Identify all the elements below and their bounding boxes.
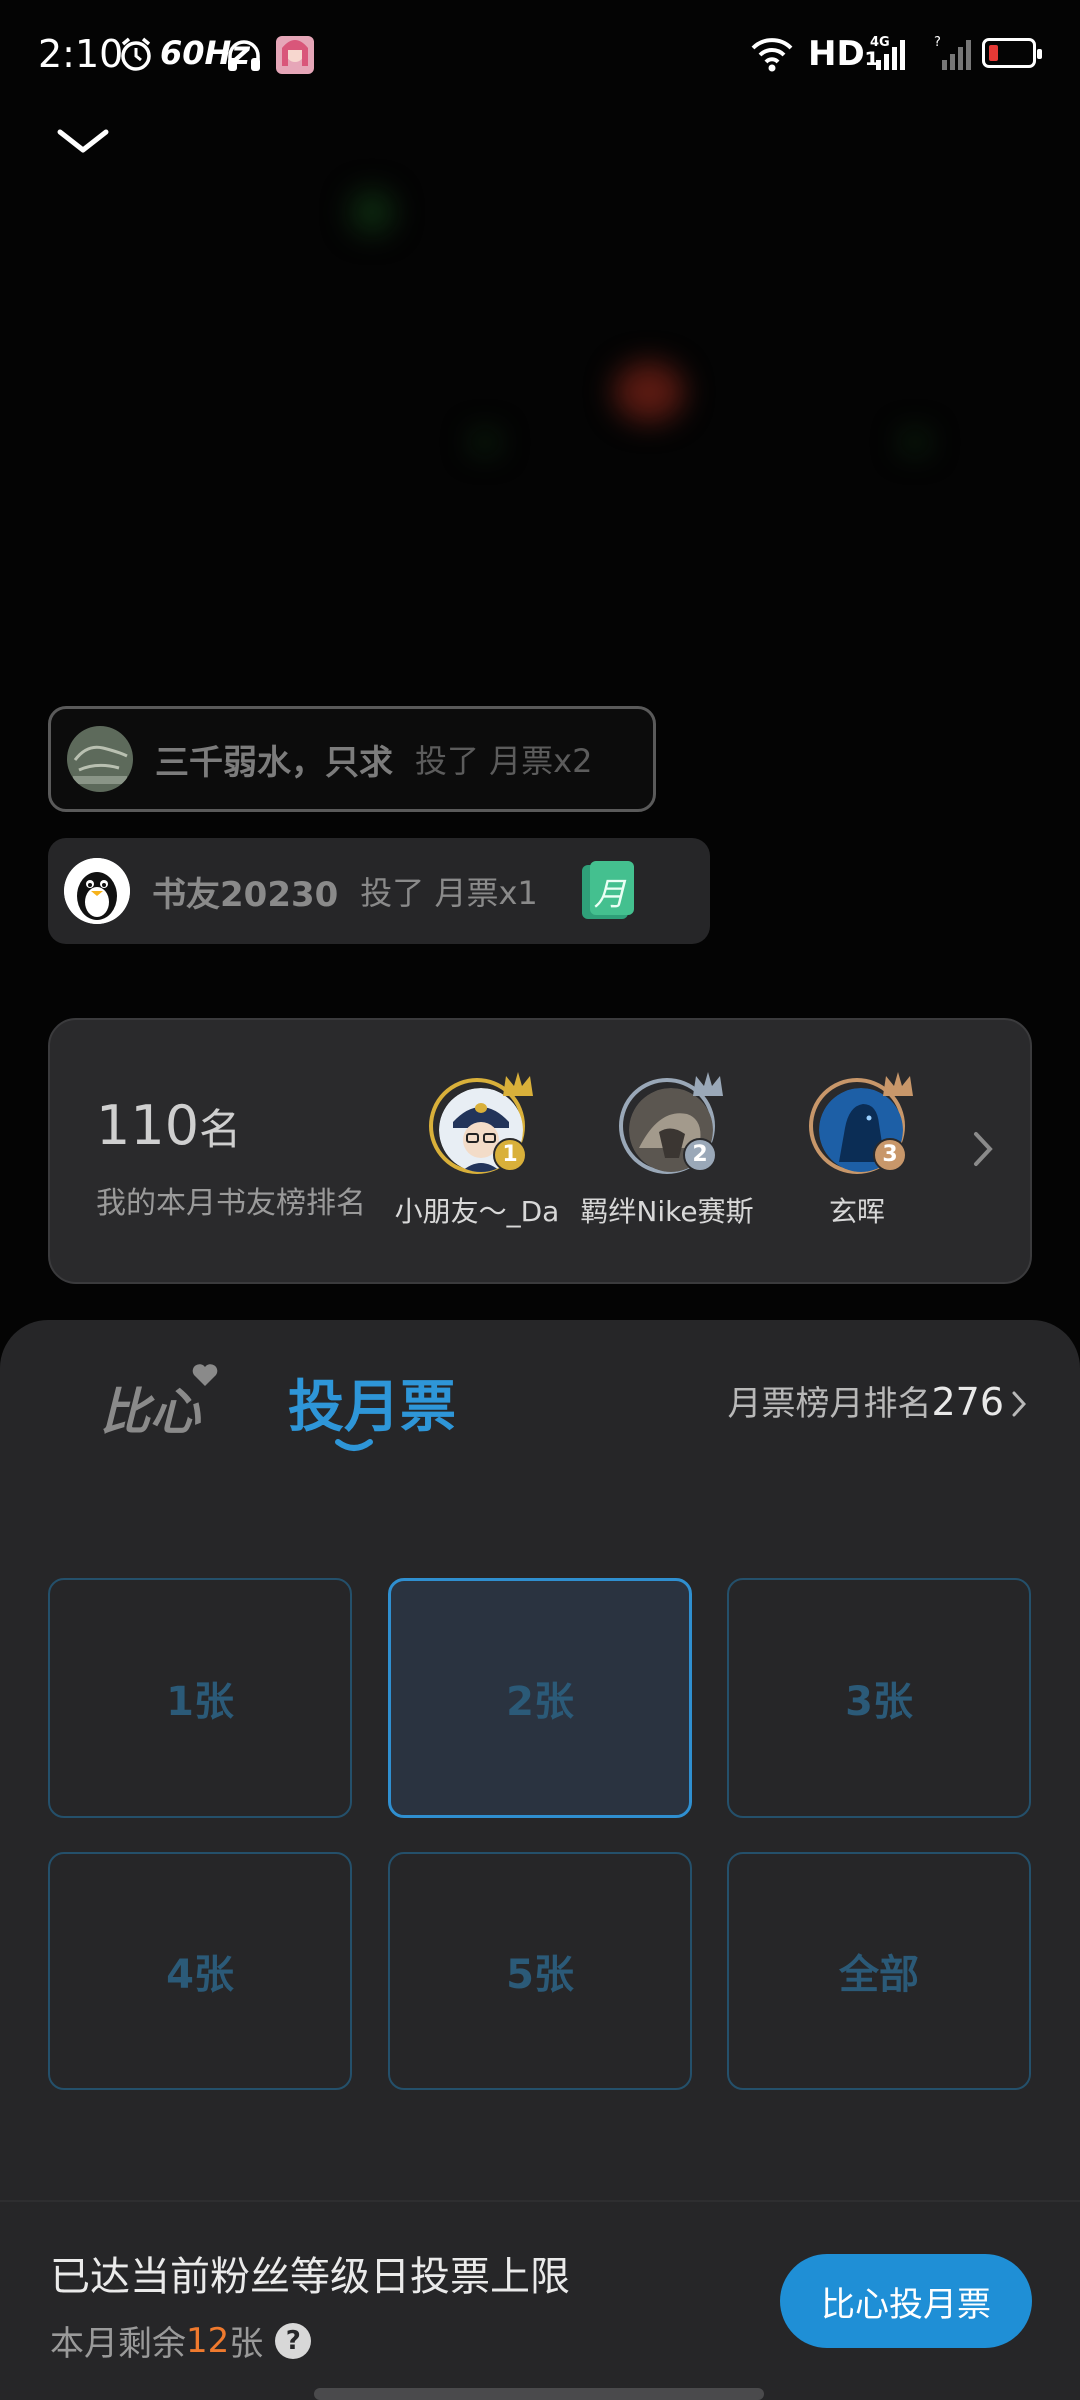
ticket-option-5[interactable]: 5张 [388, 1852, 692, 2090]
fan-name: 玄晖 [828, 1195, 885, 1228]
no-signal-icon: ? [934, 34, 974, 76]
background-glow [470, 430, 500, 454]
fan-avatar: 1 [429, 1072, 533, 1174]
status-time: 2:10 [38, 32, 124, 76]
svg-text:4G: 4G [870, 35, 890, 50]
background-glow [900, 430, 930, 454]
status-bar: 2:10 60Hz HD₁ 4G ? [0, 0, 1080, 110]
cellular-signal-icon: 4G [870, 34, 926, 76]
fan-avatar: 3 [809, 1072, 913, 1174]
tab-vote[interactable]: 投月票 [288, 1362, 456, 1443]
crown-icon [881, 1070, 915, 1102]
tab-bixin-label: 比心 [100, 1383, 200, 1441]
fan-name: 小朋友～_Da [394, 1195, 560, 1228]
monthly-ticket-rank-link[interactable]: 月票榜月排名276 [727, 1376, 1027, 1426]
rank-medal: 2 [683, 1138, 717, 1172]
top-fan-2[interactable]: 2 羁绊Nike赛斯 [572, 1072, 762, 1230]
vote-button[interactable]: 比心投月票 [780, 2254, 1032, 2348]
top-fan-1[interactable]: 1 小朋友～_Da [382, 1072, 572, 1230]
chevron-right-icon [1012, 1386, 1027, 1426]
ticket-glyph: 月 [593, 875, 626, 913]
remaining-tickets: 本月剩余 12 张 ? [50, 2316, 312, 2365]
month-rank-value: 276 [931, 1380, 1004, 1424]
fan-avatar: 2 [619, 1072, 723, 1174]
ticket-option-3[interactable]: 3张 [727, 1578, 1031, 1818]
ticket-option-1[interactable]: 1张 [48, 1578, 352, 1818]
ticket-option-all[interactable]: 全部 [727, 1852, 1031, 2090]
monthly-ticket-icon: 月 [580, 861, 636, 921]
feed-action: 投了 月票x2 [415, 742, 593, 780]
home-indicator[interactable] [314, 2388, 764, 2400]
my-rank: 110名 [96, 1094, 241, 1157]
footer-divider [0, 2200, 1080, 2202]
remaining-suffix: 张 [229, 2324, 264, 2364]
ticket-option-4[interactable]: 4张 [48, 1852, 352, 2090]
rank-medal: 3 [873, 1138, 907, 1172]
chevron-right-icon[interactable] [972, 1130, 994, 1172]
tab-bixin[interactable]: 比心 [100, 1364, 218, 1444]
penguin-avatar-icon [64, 858, 130, 924]
heart-icon [192, 1364, 218, 1386]
help-icon[interactable]: ? [275, 2322, 312, 2359]
crown-icon [691, 1070, 725, 1102]
feed-action: 投了 月票x1 [360, 874, 538, 912]
svg-text:?: ? [934, 35, 941, 50]
crown-icon [501, 1070, 535, 1102]
ticket-option-2[interactable]: 2张 [388, 1578, 692, 1818]
app-notification-icon [276, 36, 314, 78]
feed-user-name: 书友20230 [152, 874, 339, 915]
battery-icon [982, 38, 1042, 68]
user-avatar [67, 726, 133, 792]
rank-medal: 1 [493, 1138, 527, 1172]
background-glow [350, 190, 394, 234]
remaining-count: 12 [186, 2320, 230, 2361]
my-rank-unit: 名 [199, 1105, 242, 1154]
active-tab-indicator [334, 1438, 374, 1458]
network-label: HD₁ [808, 34, 880, 74]
my-rank-value: 110 [96, 1094, 200, 1157]
my-rank-label: 我的本月书友榜排名 [96, 1186, 366, 1221]
vote-sheet: 比心 投月票 月票榜月排名276 1张 2张 3张 4张 5张 全部 已达当前粉… [0, 1320, 1080, 2400]
headphones-icon [226, 38, 262, 76]
wifi-icon [750, 36, 794, 76]
vote-feed-item: 书友20230 投了 月票x1 月 [48, 838, 710, 944]
alarm-icon [118, 36, 154, 76]
vote-feed-item: 三千弱水，只求 投了 月票x2 [48, 706, 656, 812]
fan-name: 羁绊Nike赛斯 [580, 1195, 754, 1228]
remaining-prefix: 本月剩余 [50, 2324, 186, 2364]
fan-rank-card[interactable]: 110名 我的本月书友榜排名 1 小朋友～_Da 2 羁绊Nike赛斯 3 玄晖 [48, 1018, 1032, 1284]
top-fan-3[interactable]: 3 玄晖 [762, 1072, 952, 1230]
vote-limit-message: 已达当前粉丝等级日投票上限 [50, 2254, 570, 2300]
background-glow [614, 362, 684, 422]
feed-user-name: 三千弱水，只求 [155, 742, 393, 783]
collapse-chevron-icon[interactable] [56, 126, 110, 160]
month-rank-label: 月票榜月排名 [727, 1384, 932, 1424]
